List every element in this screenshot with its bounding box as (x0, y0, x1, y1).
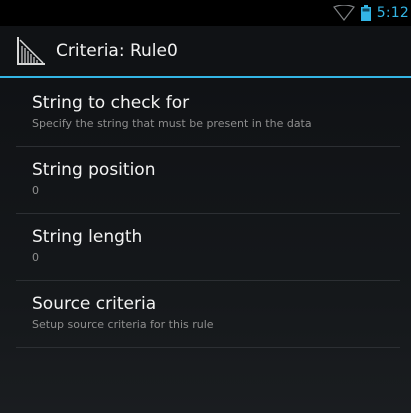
pref-string-length[interactable]: String length 0 (0, 214, 411, 281)
pref-summary: Specify the string that must be present … (32, 117, 312, 130)
screen: 5:12 Criteria: Rule0 String to check for… (0, 0, 411, 413)
action-bar-divider (0, 76, 411, 78)
pref-string-to-check[interactable]: String to check for Specify the string t… (0, 80, 411, 147)
pref-title: Source criteria (32, 294, 157, 314)
pref-source-criteria[interactable]: Source criteria Setup source criteria fo… (0, 281, 411, 348)
list-divider (16, 347, 400, 348)
status-icons: 5:12 (332, 0, 411, 26)
pref-string-position[interactable]: String position 0 (0, 147, 411, 214)
pref-title: String length (32, 227, 143, 247)
wifi-icon (332, 5, 355, 21)
status-clock: 5:12 (376, 5, 409, 21)
preference-list: String to check for Specify the string t… (0, 80, 411, 348)
status-bar: 5:12 (0, 0, 411, 26)
pref-title: String position (32, 160, 156, 180)
action-bar-title: Criteria: Rule0 (56, 41, 178, 61)
battery-icon (360, 5, 371, 21)
pref-title: String to check for (32, 93, 190, 113)
pref-summary: 0 (32, 251, 39, 264)
action-bar: Criteria: Rule0 (0, 26, 411, 76)
pref-summary: Setup source criteria for this rule (32, 318, 214, 331)
pref-summary: 0 (32, 184, 39, 197)
app-icon[interactable] (16, 36, 46, 66)
